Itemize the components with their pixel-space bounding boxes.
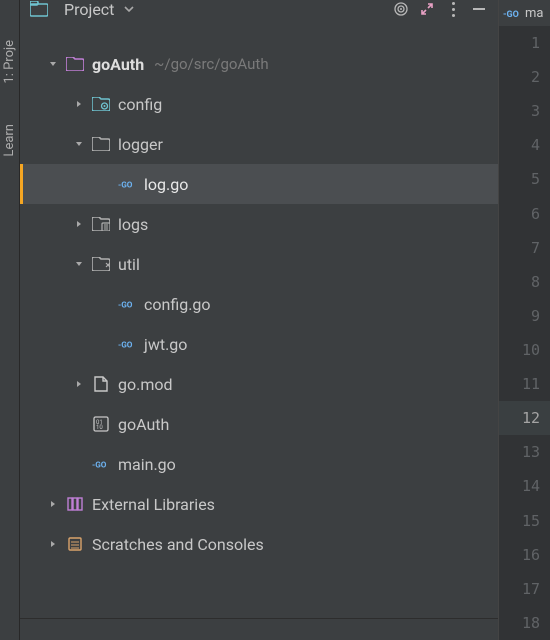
- target-icon[interactable]: [392, 0, 410, 18]
- go-file-icon: -GO: [92, 455, 110, 473]
- left-tool-strip: 1: Proje Learn: [0, 0, 20, 640]
- file-icon: [92, 375, 110, 393]
- line-number: 4: [499, 128, 550, 162]
- svg-text:-GO: -GO: [118, 339, 133, 349]
- go-file-icon: -GO: [118, 175, 136, 193]
- binary-file-icon: 0110: [92, 415, 110, 433]
- tree-label: logs: [118, 215, 148, 234]
- line-number: 10: [499, 333, 550, 367]
- tree-item-config-go[interactable]: -GO config.go: [20, 284, 498, 324]
- tree-item-main-go[interactable]: -GO main.go: [20, 444, 498, 484]
- library-icon: [66, 495, 84, 513]
- line-number: 17: [499, 572, 550, 606]
- tree-item-external-libraries[interactable]: External Libraries: [20, 484, 498, 524]
- line-number: 5: [499, 162, 550, 196]
- editor-tab[interactable]: -GO ma: [499, 0, 550, 26]
- tree-label: Scratches and Consoles: [92, 535, 264, 554]
- line-gutter: 123456789101112131415161718: [499, 26, 550, 640]
- tree-label: External Libraries: [92, 495, 215, 514]
- svg-text:-GO: -GO: [503, 10, 519, 18]
- tree-label: goAuth: [118, 415, 169, 434]
- tree-label: util: [118, 255, 140, 274]
- tree-label: config: [118, 95, 162, 114]
- project-tree: goAuth ~/go/src/goAuth config logger: [20, 26, 498, 618]
- editor-tab-label: ma: [525, 6, 543, 21]
- chevron-down-icon: [46, 57, 60, 71]
- svg-text:-GO: -GO: [92, 459, 107, 469]
- chevron-right-icon: [46, 537, 60, 551]
- line-number: 16: [499, 538, 550, 572]
- minimize-icon[interactable]: [470, 0, 488, 18]
- svg-text:-GO: -GO: [118, 299, 133, 309]
- tree-label: logger: [118, 135, 163, 154]
- line-number: 3: [499, 94, 550, 128]
- line-number: 7: [499, 231, 550, 265]
- tree-label: config.go: [144, 295, 211, 314]
- chevron-right-icon: [72, 377, 86, 391]
- tree-item-goauth-bin[interactable]: 0110 goAuth: [20, 404, 498, 444]
- tree-item-util[interactable]: util: [20, 244, 498, 284]
- line-number: 8: [499, 265, 550, 299]
- expand-icon[interactable]: [418, 0, 436, 18]
- tree-item-scratches[interactable]: Scratches and Consoles: [20, 524, 498, 564]
- project-icon: [30, 0, 48, 18]
- line-number: 12: [499, 401, 550, 435]
- tree-item-logs[interactable]: logs: [20, 204, 498, 244]
- tree-root-label: goAuth: [92, 55, 144, 74]
- tree-item-jwt-go[interactable]: -GO jwt.go: [20, 324, 498, 364]
- tree-label: go.mod: [118, 375, 173, 394]
- line-number: 1: [499, 26, 550, 60]
- go-file-icon: -GO: [118, 335, 136, 353]
- tree-root-goauth[interactable]: goAuth ~/go/src/goAuth: [20, 44, 498, 84]
- tree-label: log.go: [144, 175, 188, 194]
- line-number: 11: [499, 367, 550, 401]
- project-topbar: Project: [20, 0, 498, 26]
- scratches-icon: [66, 535, 84, 553]
- go-file-icon: -GO: [118, 295, 136, 313]
- line-number: 13: [499, 435, 550, 469]
- chevron-right-icon: [46, 497, 60, 511]
- tree-item-config[interactable]: config: [20, 84, 498, 124]
- svg-text:10: 10: [96, 424, 103, 431]
- folder-excluded-icon: [92, 215, 110, 233]
- editor-edge: -GO ma 123456789101112131415161718: [498, 0, 550, 640]
- folder-icon: [92, 135, 110, 153]
- chevron-right-icon: [72, 97, 86, 111]
- project-panel: Project goAuth ~/go/src/goA: [20, 0, 498, 640]
- folder-config-icon: [92, 95, 110, 113]
- tree-item-go-mod[interactable]: go.mod: [20, 364, 498, 404]
- line-number: 18: [499, 606, 550, 640]
- kebab-icon[interactable]: [444, 0, 462, 18]
- chevron-right-icon: [72, 217, 86, 231]
- folder-icon: [92, 255, 110, 273]
- line-number: 15: [499, 504, 550, 538]
- tree-item-logger[interactable]: logger: [20, 124, 498, 164]
- line-number: 9: [499, 299, 550, 333]
- tree-item-log-go[interactable]: -GO log.go: [20, 164, 498, 204]
- tree-label: main.go: [118, 455, 176, 474]
- line-number: 6: [499, 197, 550, 231]
- tree-label: jwt.go: [144, 335, 187, 354]
- chevron-down-icon[interactable]: [122, 2, 136, 16]
- line-number: 2: [499, 60, 550, 94]
- chevron-down-icon: [72, 257, 86, 271]
- svg-text:-GO: -GO: [118, 179, 133, 189]
- folder-root-icon: [66, 55, 84, 73]
- panel-title: Project: [64, 0, 114, 19]
- tool-tab-project[interactable]: 1: Proje: [2, 40, 17, 84]
- chevron-down-icon: [72, 137, 86, 151]
- tool-tab-learn[interactable]: Learn: [2, 124, 17, 157]
- line-number: 14: [499, 469, 550, 503]
- status-bar: [20, 618, 498, 640]
- tree-root-path: ~/go/src/goAuth: [154, 55, 268, 73]
